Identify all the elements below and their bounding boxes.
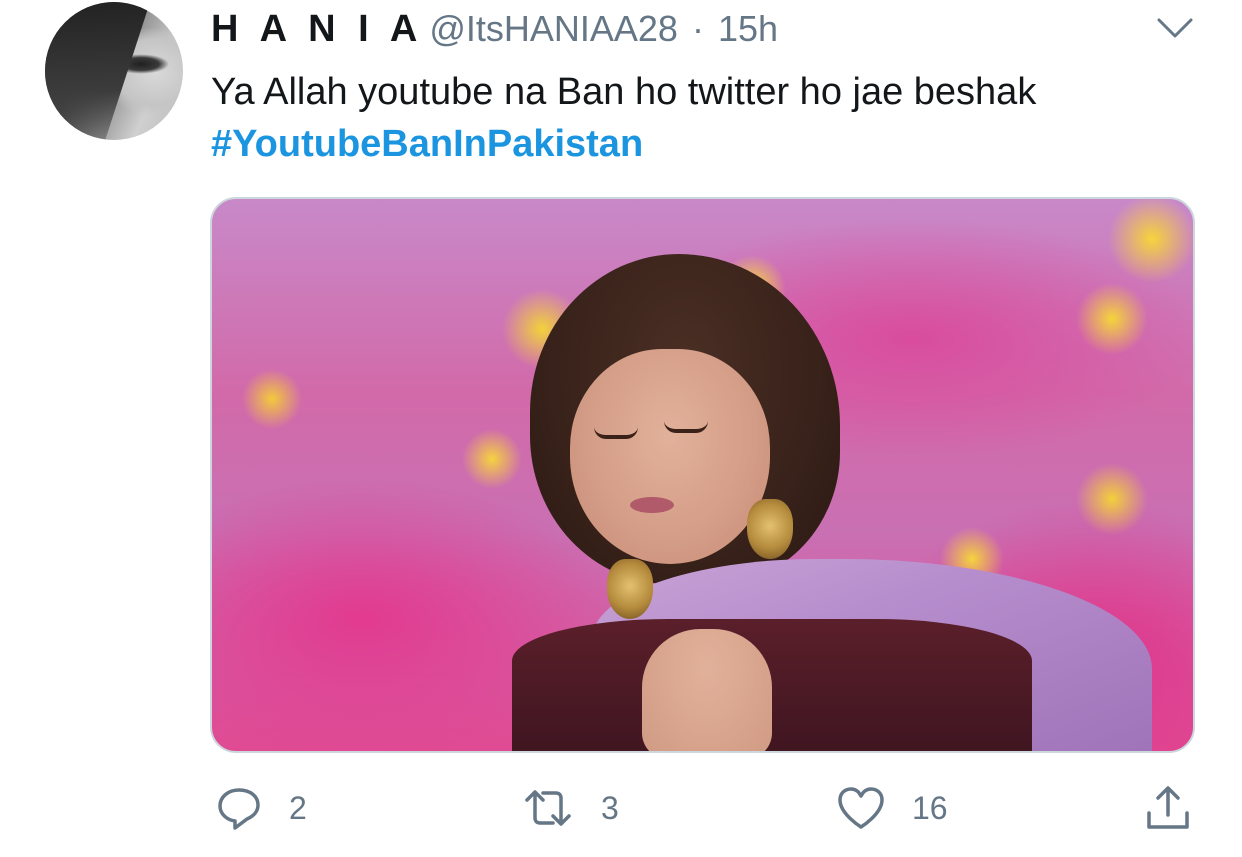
reply-count: 2 (289, 789, 307, 826)
heart-icon (838, 787, 884, 829)
photo-eye-shape (664, 421, 708, 433)
hashtag-link[interactable]: #YoutubeBanInPakistan (211, 118, 643, 170)
like-button[interactable]: 16 (836, 780, 948, 836)
photo-hands-shape (642, 629, 772, 751)
tweet-text: Ya Allah youtube na Ban ho twitter ho ja… (211, 71, 1037, 113)
tweet-header: H A N I A @ItsHANIAA28 · 15h (211, 8, 778, 56)
header-separator: · (691, 8, 704, 49)
retweet-button[interactable]: 3 (521, 780, 619, 836)
photo-earring-shape (747, 499, 793, 559)
tweet-timestamp[interactable]: 15h (718, 8, 778, 50)
tweet-actions-bar: 2 3 16 (0, 780, 1242, 840)
photo-lips-shape (630, 497, 674, 513)
retweet-count: 3 (601, 789, 619, 826)
like-count: 16 (912, 789, 948, 826)
photo-face-shape (570, 349, 770, 564)
avatar[interactable] (45, 2, 183, 140)
chevron-down-icon[interactable] (1156, 16, 1194, 40)
photo-dress-shape (512, 619, 1032, 751)
reply-button[interactable]: 2 (215, 780, 307, 836)
author-display-name[interactable]: H A N I A (211, 8, 423, 51)
author-handle[interactable]: @ItsHANIAA28 (429, 8, 678, 50)
reply-icon (218, 788, 260, 830)
avatar-hair-shape (45, 2, 151, 140)
photo-earring-shape (607, 559, 653, 619)
share-button[interactable] (1143, 780, 1193, 836)
photo-eye-shape (594, 427, 638, 439)
share-icon (1147, 786, 1189, 829)
retweet-icon (525, 790, 571, 826)
tweet-media-image[interactable] (210, 197, 1195, 753)
